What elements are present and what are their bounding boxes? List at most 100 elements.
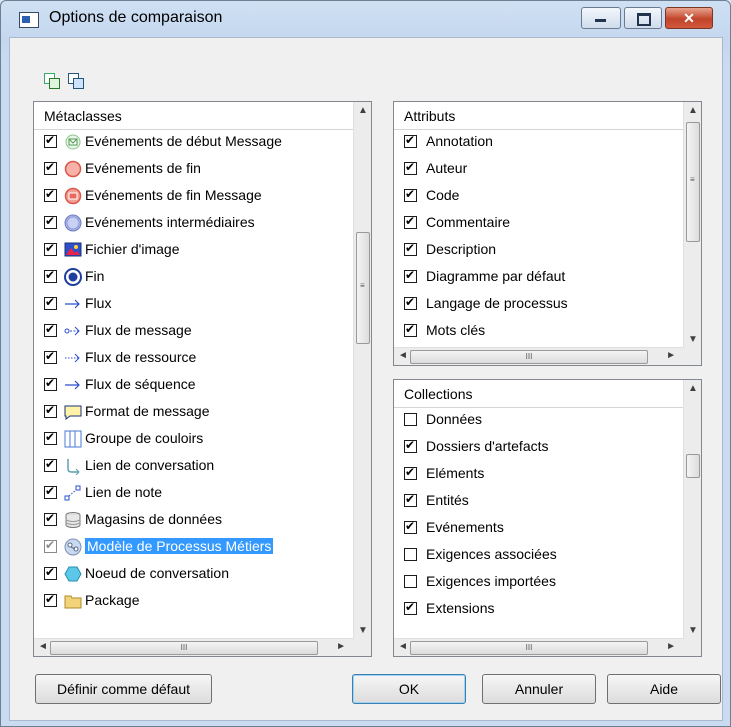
collections-header[interactable]: Collections [394, 380, 683, 408]
dialog-window: Options de comparaison ✕ Métaclasses Evé… [0, 0, 731, 727]
help-button[interactable]: Aide [607, 674, 721, 704]
scroll-thumb[interactable]: ≡ [686, 122, 700, 242]
checkbox[interactable] [404, 413, 417, 426]
checkbox[interactable] [44, 241, 57, 256]
scroll-thumb-horizontal[interactable]: III [50, 641, 318, 655]
scroll-up-icon[interactable]: ▲ [688, 105, 698, 116]
conversation-link-icon [64, 457, 82, 476]
metaclasses-horizontal-scrollbar[interactable]: ◄ III ► [34, 638, 354, 656]
scroll-thumb-horizontal[interactable]: III [410, 641, 648, 655]
scroll-thumb[interactable]: ≡ [356, 232, 370, 344]
checkbox[interactable] [404, 548, 417, 561]
sequence-flow-icon [64, 376, 82, 394]
dialog-body: Métaclasses Evénements de début Message E… [9, 37, 723, 721]
checkbox[interactable] [404, 519, 417, 534]
checkbox[interactable] [404, 187, 417, 202]
checkbox[interactable] [44, 403, 57, 418]
checkbox[interactable] [404, 600, 417, 615]
checkbox[interactable] [44, 214, 57, 229]
collection-item-label: Evénements [426, 519, 504, 535]
scroll-right-icon[interactable]: ► [666, 350, 676, 361]
scroll-left-icon[interactable]: ◄ [38, 641, 48, 652]
close-button[interactable]: ✕ [665, 7, 713, 29]
checkbox[interactable] [44, 268, 57, 283]
metaclasses-header[interactable]: Métaclasses [34, 102, 353, 130]
metaclass-item-label: Evénements de début Message [85, 133, 282, 149]
collection-item-label: Données [426, 411, 483, 427]
checkbox[interactable] [404, 268, 417, 283]
checkbox[interactable] [44, 349, 57, 364]
checkbox[interactable] [44, 592, 57, 607]
deselect-all-icon[interactable] [68, 73, 84, 89]
checkbox[interactable] [404, 160, 417, 175]
checkbox[interactable] [44, 538, 57, 553]
metaclass-item-label: Lien de note [85, 484, 163, 500]
collection-item-label: Dossiers d'artefacts [426, 438, 549, 454]
checkbox[interactable] [404, 214, 417, 229]
metaclass-item-label: Flux de séquence [85, 376, 196, 392]
checkbox[interactable] [404, 438, 417, 453]
checkbox[interactable] [44, 133, 57, 148]
swimlane-group-icon [64, 430, 82, 448]
checkbox[interactable] [404, 133, 417, 148]
checkbox[interactable] [404, 322, 417, 337]
collection-item-label: Exigences importées [426, 573, 556, 589]
checkbox[interactable] [404, 492, 417, 507]
ok-button[interactable]: OK [352, 674, 466, 704]
attribute-item-label: Mots clés [426, 322, 486, 338]
scroll-right-icon[interactable]: ► [336, 641, 346, 652]
checkbox[interactable] [404, 465, 417, 480]
collections-vertical-scrollbar[interactable]: ▲ ▼ [683, 380, 701, 639]
attributes-horizontal-scrollbar[interactable]: ◄ III ► [394, 347, 684, 365]
conversation-node-icon [64, 565, 82, 583]
checkbox[interactable] [44, 511, 57, 526]
checkbox[interactable] [44, 565, 57, 580]
set-default-button[interactable]: Définir comme défaut [35, 674, 212, 704]
metaclass-item-label: Fichier d'image [85, 241, 180, 257]
attributes-vertical-scrollbar[interactable]: ▲ ≡ ▼ [683, 102, 701, 348]
resource-flow-icon [64, 349, 82, 367]
scroll-thumb-horizontal[interactable]: III [410, 350, 648, 364]
select-all-icon[interactable] [44, 73, 60, 89]
checkbox[interactable] [44, 376, 57, 391]
cancel-button[interactable]: Annuler [482, 674, 596, 704]
scroll-down-icon[interactable]: ▼ [688, 625, 698, 636]
scroll-right-icon[interactable]: ► [666, 641, 676, 652]
attributes-header[interactable]: Attributs [394, 102, 683, 130]
metaclass-item-label: Groupe de couloirs [85, 430, 204, 446]
window-title: Options de comparaison [49, 9, 223, 26]
flow-arrow-icon [64, 295, 82, 313]
metaclass-item-label: Magasins de données [85, 511, 222, 527]
scroll-left-icon[interactable]: ◄ [398, 641, 408, 652]
checkbox[interactable] [44, 187, 57, 202]
checkbox[interactable] [404, 295, 417, 310]
checkbox[interactable] [44, 295, 57, 310]
metaclass-item-label: Evénements intermédiaires [85, 214, 255, 230]
collection-item-label: Exigences associées [426, 546, 557, 562]
checkbox[interactable] [44, 160, 57, 175]
scroll-up-icon[interactable]: ▲ [688, 383, 698, 394]
image-file-icon [64, 241, 82, 259]
checkbox[interactable] [44, 484, 57, 499]
title-bar[interactable]: Options de comparaison ✕ [1, 1, 730, 37]
checkbox[interactable] [404, 241, 417, 256]
intermediate-event-icon [64, 214, 82, 232]
collection-item-label: Eléments [426, 465, 485, 481]
metaclass-item-label: Flux [85, 295, 112, 311]
maximize-button[interactable] [624, 7, 662, 29]
metaclasses-vertical-scrollbar[interactable]: ▲ ≡ ▼ [353, 102, 371, 639]
scroll-up-icon[interactable]: ▲ [358, 105, 368, 116]
end-message-event-icon [64, 187, 82, 205]
checkbox[interactable] [44, 322, 57, 337]
collections-horizontal-scrollbar[interactable]: ◄ III ► [394, 638, 684, 656]
scroll-down-icon[interactable]: ▼ [688, 334, 698, 345]
scroll-left-icon[interactable]: ◄ [398, 350, 408, 361]
end-event-icon [64, 160, 82, 178]
scroll-down-icon[interactable]: ▼ [358, 625, 368, 636]
scroll-thumb[interactable] [686, 454, 700, 478]
checkbox[interactable] [404, 575, 417, 588]
app-icon [19, 12, 39, 28]
checkbox[interactable] [44, 430, 57, 445]
checkbox[interactable] [44, 457, 57, 472]
minimize-button[interactable] [581, 7, 621, 29]
